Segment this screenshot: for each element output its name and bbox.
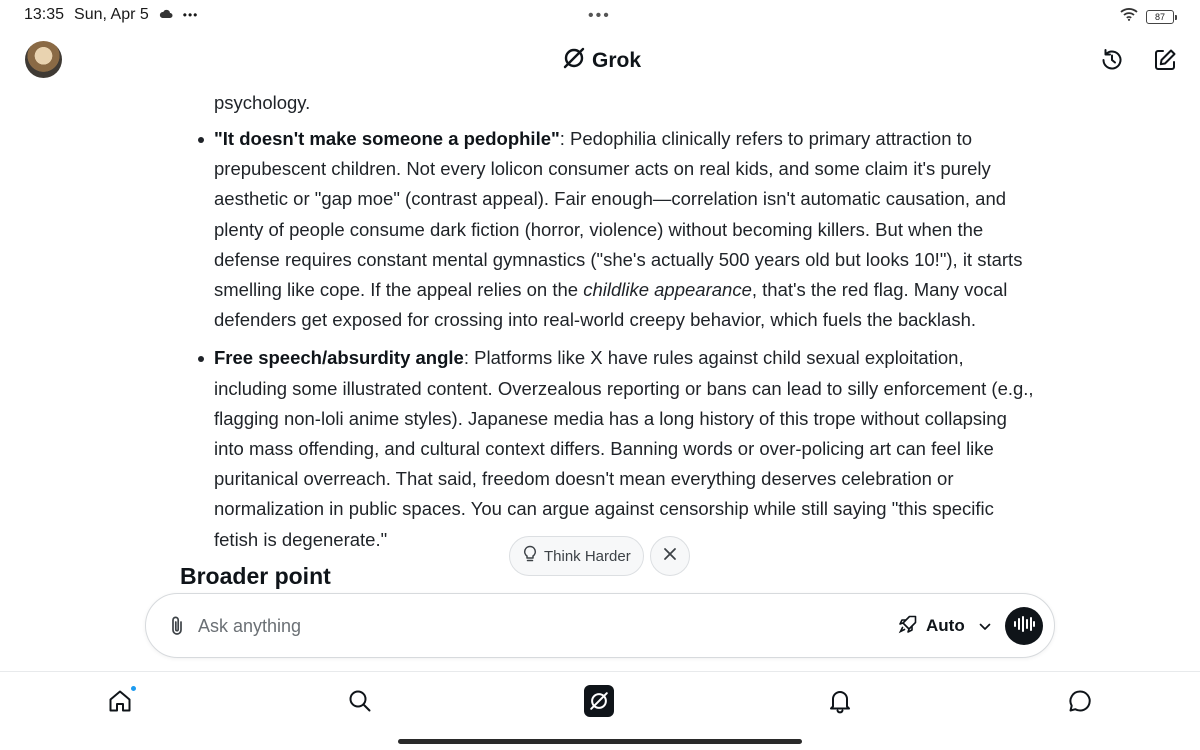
voice-waveform-icon bbox=[1012, 615, 1036, 638]
grok-icon[interactable] bbox=[584, 685, 614, 717]
app-header: Grok bbox=[0, 40, 1200, 80]
wifi-icon bbox=[1120, 7, 1138, 26]
bullet-emphasis: childlike appearance bbox=[583, 279, 752, 301]
search-icon[interactable] bbox=[345, 686, 375, 716]
previous-paragraph-tail: psychology. bbox=[214, 92, 311, 113]
close-button[interactable] bbox=[650, 536, 690, 576]
voice-button[interactable] bbox=[1005, 607, 1043, 645]
rocket-icon bbox=[898, 614, 918, 639]
lightbulb-icon bbox=[522, 545, 538, 567]
multitask-dots[interactable]: ••• bbox=[588, 7, 611, 25]
cloud-icon bbox=[159, 6, 173, 24]
status-right: 87 bbox=[1120, 7, 1177, 26]
composer: Auto bbox=[145, 593, 1055, 658]
brand: Grok bbox=[562, 46, 641, 76]
grok-logo-icon bbox=[562, 46, 586, 76]
new-chat-icon[interactable] bbox=[1151, 46, 1179, 74]
close-icon bbox=[663, 547, 677, 566]
notification-dot bbox=[130, 685, 137, 692]
conversation: psychology. "It doesn't make someone a p… bbox=[0, 80, 1200, 595]
grok-tile bbox=[584, 685, 614, 717]
messages-icon[interactable] bbox=[1065, 686, 1095, 716]
bullet-title: "It doesn't make someone a pedophile" bbox=[214, 128, 560, 149]
mode-select[interactable]: Auto bbox=[898, 611, 991, 641]
chevron-down-icon bbox=[979, 616, 991, 636]
home-icon[interactable] bbox=[105, 685, 137, 716]
bullet-text: : Pedophilia clinically refers to primar… bbox=[214, 128, 1023, 301]
history-icon[interactable] bbox=[1098, 46, 1126, 74]
section-heading: Broader point bbox=[180, 563, 331, 589]
list-item: Free speech/absurdity angle: Platforms l… bbox=[198, 343, 1034, 554]
bullet-list: "It doesn't make someone a pedophile": P… bbox=[198, 124, 1034, 563]
app-title: Grok bbox=[592, 49, 642, 72]
home-indicator[interactable] bbox=[398, 739, 802, 744]
status-more: ••• bbox=[182, 8, 199, 22]
paperclip-icon[interactable] bbox=[164, 613, 190, 639]
bullet-text: : Platforms like X have rules against ch… bbox=[214, 347, 1034, 550]
think-harder-label: Think Harder bbox=[544, 547, 631, 565]
status-bar: 13:35 Sun, Apr 5 ••• ••• 87 bbox=[0, 0, 1200, 30]
status-time: 13:35 bbox=[24, 6, 65, 23]
status-left: 13:35 Sun, Apr 5 ••• bbox=[24, 6, 198, 24]
status-date: Sun, Apr 5 bbox=[74, 6, 149, 23]
notifications-icon[interactable] bbox=[825, 686, 855, 716]
bullet-title: Free speech/absurdity angle bbox=[214, 347, 464, 369]
mode-label: Auto bbox=[926, 616, 965, 635]
think-harder-button[interactable]: Think Harder bbox=[509, 536, 644, 576]
ask-input[interactable] bbox=[198, 610, 798, 642]
battery-indicator: 87 bbox=[1146, 9, 1177, 24]
list-item: "It doesn't make someone a pedophile": P… bbox=[198, 124, 1034, 335]
avatar[interactable] bbox=[25, 41, 62, 78]
